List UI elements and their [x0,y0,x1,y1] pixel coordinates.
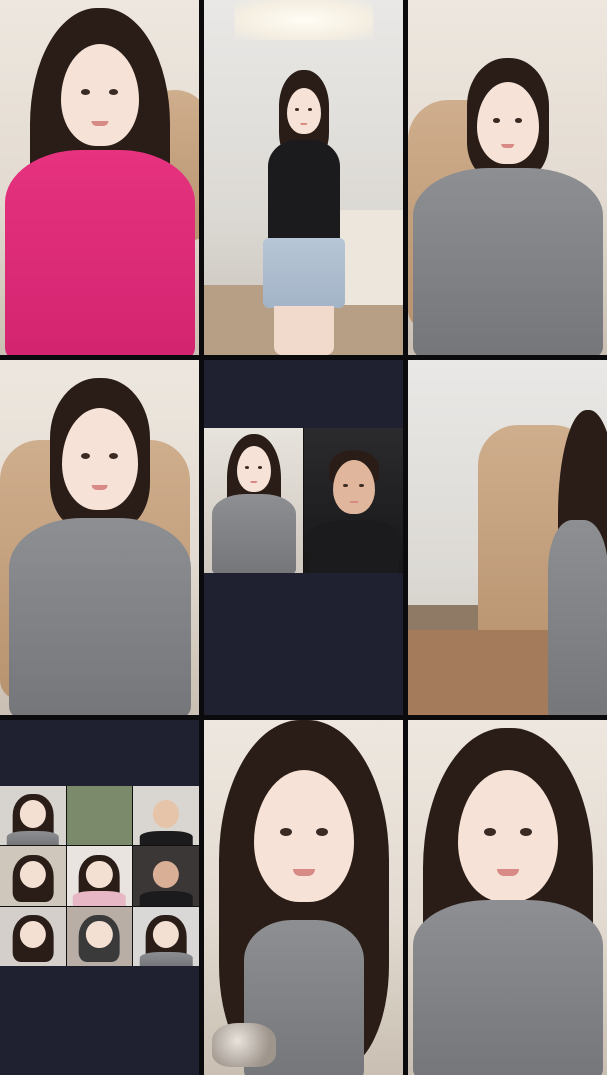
split-feed-right [304,428,403,573]
stream-tile-1[interactable] [0,0,199,355]
desk [408,630,558,715]
mosaic-cell [133,846,199,906]
stream-tile-5[interactable] [204,360,403,715]
live-stream-grid [0,0,607,1075]
grey-cardigan [412,168,603,355]
cat [212,1023,276,1067]
stream-tile-6[interactable] [408,360,607,715]
stream-tile-4[interactable] [0,360,199,715]
black-top [267,140,340,245]
split-screen-video[interactable] [204,428,403,573]
face [61,408,138,510]
mosaic-cell [133,906,199,966]
face [476,82,539,164]
stream-tile-7[interactable] [0,720,199,1075]
legs [273,306,334,355]
grey-cardigan [8,518,191,715]
mosaic-cell [66,906,133,966]
face [286,88,321,134]
denim-shorts [262,238,345,308]
face [457,770,558,902]
mosaic-cell [66,786,133,846]
split-feed-left [204,428,303,573]
mosaic-cell [0,846,66,906]
stream-tile-2[interactable] [204,0,403,355]
face [253,770,354,902]
mosaic-video[interactable] [0,786,199,966]
grey-cardigan [412,900,603,1075]
stream-tile-3[interactable] [408,0,607,355]
stream-tile-9[interactable] [408,720,607,1075]
mosaic-cell [133,786,199,846]
mosaic-cell [0,906,66,966]
pink-sweater [4,150,195,355]
mosaic-cell [0,786,66,846]
stream-tile-8[interactable] [204,720,403,1075]
face [60,44,139,146]
ceiling-light [233,0,374,40]
mosaic-cell [66,846,133,906]
grey-cardigan [548,520,607,715]
